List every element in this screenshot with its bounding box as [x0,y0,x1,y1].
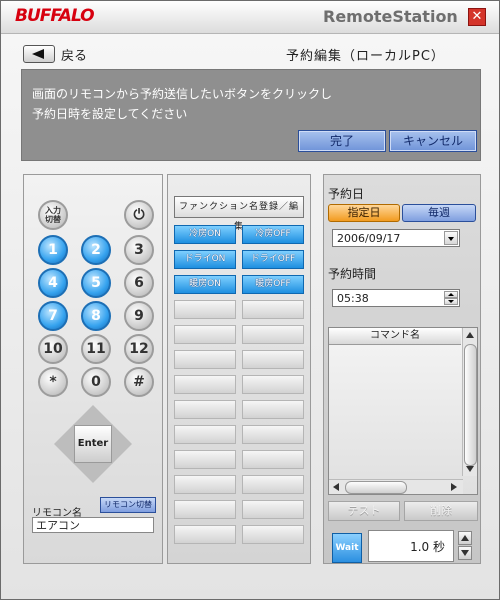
wait-up-icon[interactable] [458,531,472,545]
function-slot-6[interactable] [174,300,236,319]
function-slot-20[interactable] [174,475,236,494]
left-arrow-button[interactable] [54,424,74,464]
input-switch-label: 入力 切替 [45,206,61,224]
right-arrow-button[interactable] [112,424,132,464]
time-down-icon[interactable] [444,298,458,305]
remote-key-1[interactable]: 2 [81,235,111,265]
weekly-button[interactable]: 毎週 [402,204,476,222]
test-button[interactable]: テスト [328,501,400,521]
remote-key-2[interactable]: 3 [124,235,154,265]
scroll-down-icon[interactable] [466,466,474,472]
time-input[interactable]: 05:38 [332,289,460,307]
function-slot-18[interactable] [174,450,236,469]
function-slot-13[interactable] [242,375,304,394]
close-button[interactable]: ✕ [468,8,486,26]
date-label: 予約日 [328,187,365,201]
scroll-right-icon[interactable] [451,483,457,491]
chevron-down-icon[interactable] [444,231,458,245]
remote-key-3[interactable]: 4 [38,268,68,298]
remote-key-13[interactable]: 0 [81,367,111,397]
power-icon: ⏻ [133,207,145,223]
remote-key-9[interactable]: 10 [38,334,68,364]
function-slot-10[interactable] [174,350,236,369]
instruction-text: 画面のリモコンから予約送信したいボタンをクリックし 予約日時を設定してください [32,87,333,121]
function-register-button[interactable]: ファンクション名登録／編集 [174,196,304,232]
remote-key-4[interactable]: 5 [81,268,111,298]
function-slot-17[interactable] [242,425,304,444]
date-value: 2006/09/17 [337,232,401,245]
specified-date-button[interactable]: 指定日 [328,204,400,222]
remote-panel: 入力 切替 ⏻ 1 2 3 4 5 6 7 8 9 10 11 12 * 0 # Enter リモコン名 リ… [23,174,163,564]
function-slot-4[interactable]: 暖房ON [174,275,236,294]
function-slot-0[interactable]: 冷房ON [174,225,236,244]
vertical-scroll-thumb[interactable] [464,344,477,466]
remote-key-10[interactable]: 11 [81,334,111,364]
down-arrow-button[interactable] [73,463,113,483]
power-button[interactable]: ⏻ [124,200,154,230]
remote-key-14[interactable]: # [124,367,154,397]
remote-key-8[interactable]: 9 [124,301,154,331]
vertical-scrollbar[interactable] [462,328,477,476]
wait-down-icon[interactable] [458,546,472,560]
command-column-header: コマンド名 [329,328,461,345]
time-value: 05:38 [337,292,369,305]
function-slot-14[interactable] [174,400,236,419]
input-switch-button[interactable]: 入力 切替 [38,200,68,230]
function-slot-22[interactable] [174,500,236,519]
function-slot-9[interactable] [242,325,304,344]
remote-key-5[interactable]: 6 [124,268,154,298]
function-slot-8[interactable] [174,325,236,344]
back-label[interactable]: 戻る [61,45,87,64]
remote-name-field[interactable]: エアコン [32,517,154,533]
remote-switch-button[interactable]: リモコン切替 [100,497,156,513]
function-slot-11[interactable] [242,350,304,369]
wait-value-field[interactable]: 1.0 秒 [368,530,454,562]
time-up-icon[interactable] [444,291,458,298]
back-arrow-icon[interactable] [23,45,55,63]
horizontal-scroll-thumb[interactable] [345,481,407,494]
schedule-panel: 予約日 指定日 毎週 2006/09/17 予約時間 05:38 コマンド名 テ… [323,174,481,564]
horizontal-scrollbar[interactable] [329,479,463,494]
function-slot-25[interactable] [242,525,304,544]
function-slot-3[interactable]: ドライOFF [242,250,304,269]
app-title: RemoteStation [323,7,458,26]
remote-key-11[interactable]: 12 [124,334,154,364]
function-slot-5[interactable]: 暖房OFF [242,275,304,294]
direction-pad: Enter [54,405,132,483]
up-arrow-button[interactable] [73,405,113,425]
function-slot-16[interactable] [174,425,236,444]
function-slot-23[interactable] [242,500,304,519]
enter-button[interactable]: Enter [74,425,112,463]
function-slot-7[interactable] [242,300,304,319]
wait-button[interactable]: Wait [332,533,362,563]
function-slot-2[interactable]: ドライON [174,250,236,269]
function-slot-12[interactable] [174,375,236,394]
time-label: 予約時間 [328,267,377,281]
function-slot-24[interactable] [174,525,236,544]
function-slot-1[interactable]: 冷房OFF [242,225,304,244]
scroll-left-icon[interactable] [333,483,339,491]
remote-key-7[interactable]: 8 [81,301,111,331]
scroll-up-icon[interactable] [466,332,474,338]
brand-logo: BUFFALO [15,6,95,26]
date-select[interactable]: 2006/09/17 [332,229,460,247]
command-list[interactable]: コマンド名 [328,327,478,495]
page-title: 予約編集（ローカルPC） [286,49,445,64]
instruction-panel: 画面のリモコンから予約送信したいボタンをクリックし 予約日時を設定してください … [21,69,481,161]
function-panel: ファンクション名登録／編集 冷房ON 冷房OFF ドライON ドライOFF 暖房ON 暖房… [167,174,311,564]
title-bar[interactable]: BUFFALO RemoteStation ✕ [1,1,499,34]
app-window: BUFFALO RemoteStation ✕ 戻る 予約編集（ローカルPC） … [0,0,500,600]
remote-key-12[interactable]: * [38,367,68,397]
remote-key-0[interactable]: 1 [38,235,68,265]
function-slot-21[interactable] [242,475,304,494]
function-slot-19[interactable] [242,450,304,469]
done-button[interactable]: 完了 [298,130,386,152]
remote-key-6[interactable]: 7 [38,301,68,331]
delete-button[interactable]: 削除 [404,501,478,521]
function-slot-15[interactable] [242,400,304,419]
cancel-button[interactable]: キャンセル [389,130,477,152]
